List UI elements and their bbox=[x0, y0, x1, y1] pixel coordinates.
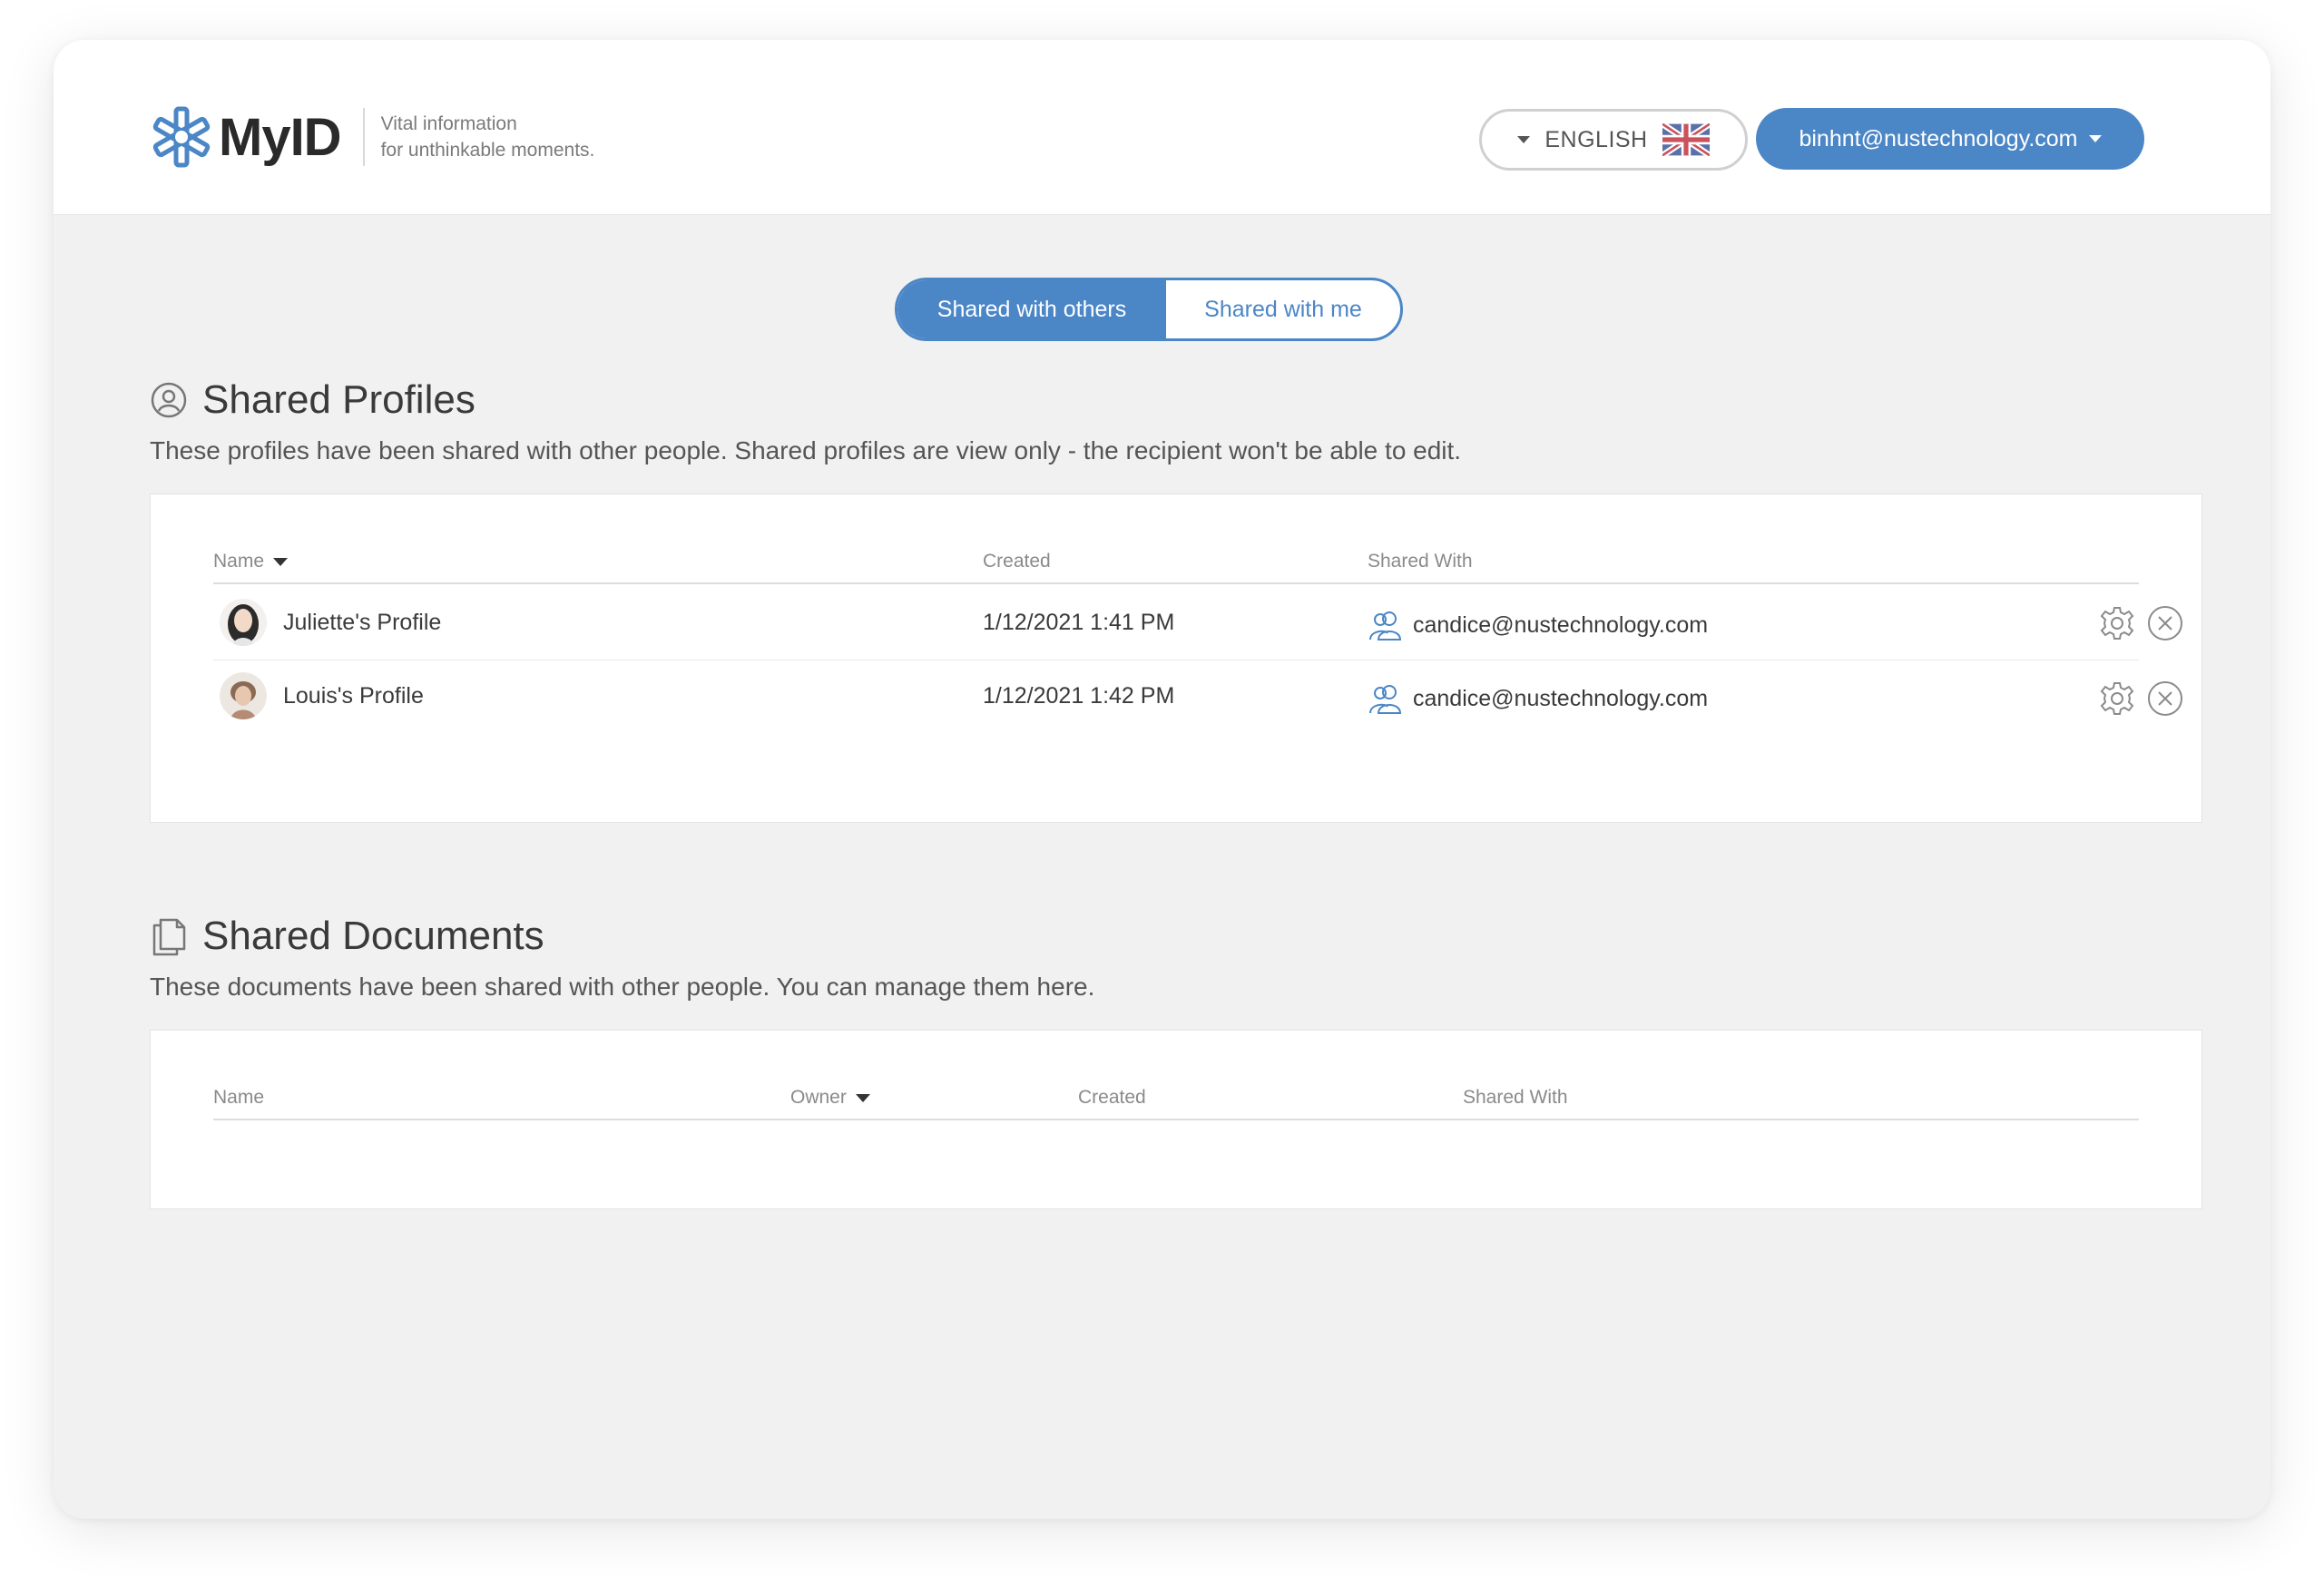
close-circle-icon[interactable] bbox=[2147, 680, 2183, 717]
documents-icon bbox=[152, 918, 186, 956]
shared-with-email: candice@nustechnology.com bbox=[1413, 611, 1709, 638]
logo[interactable]: MyID Vital information for unthinkable m… bbox=[150, 105, 594, 169]
asterisk-logo-icon bbox=[152, 106, 211, 168]
shared-with-email: candice@nustechnology.com bbox=[1413, 685, 1709, 711]
shared-documents-table: Name Owner Created Shared With bbox=[150, 1030, 2202, 1209]
logo-divider bbox=[362, 108, 365, 166]
top-header: MyID Vital information for unthinkable m… bbox=[54, 40, 2270, 215]
tab-shared-with-others[interactable]: Shared with others bbox=[897, 280, 1166, 338]
avatar bbox=[220, 599, 267, 646]
profile-shared-with: candice@nustechnology.com bbox=[1368, 607, 1708, 643]
app-window: MyID Vital information for unthinkable m… bbox=[54, 40, 2270, 1519]
close-circle-icon[interactable] bbox=[2147, 605, 2183, 641]
language-label: ENGLISH bbox=[1544, 126, 1648, 152]
column-header-shared-with[interactable]: Shared With bbox=[1463, 1087, 1568, 1109]
profile-circle-icon bbox=[151, 382, 187, 418]
column-header-label: Owner bbox=[790, 1087, 847, 1108]
column-header-name[interactable]: Name bbox=[213, 1087, 264, 1109]
column-header-label: Name bbox=[213, 551, 265, 572]
shared-profiles-table: Name Created Shared With Juliette's Prof… bbox=[150, 494, 2202, 823]
profile-created: 1/12/2021 1:41 PM bbox=[983, 609, 1175, 635]
avatar-louis-icon bbox=[220, 672, 267, 719]
caret-down-icon bbox=[1517, 136, 1531, 143]
caret-down-icon bbox=[2088, 135, 2102, 142]
profile-name[interactable]: Louis's Profile bbox=[283, 680, 424, 711]
shared-profiles-description: These profiles have been shared with oth… bbox=[150, 436, 1462, 464]
share-toggle: Shared with others Shared with me bbox=[895, 278, 1403, 341]
profile-shared-with: candice@nustechnology.com bbox=[1368, 680, 1708, 717]
shared-profiles-heading: Shared Profiles bbox=[150, 377, 476, 423]
tagline-line-1: Vital information bbox=[380, 113, 517, 134]
sort-down-icon bbox=[855, 1093, 870, 1102]
section-title-text: Shared Profiles bbox=[202, 377, 476, 422]
section-title-text: Shared Documents bbox=[202, 914, 544, 958]
shared-documents-description: These documents have been shared with ot… bbox=[150, 973, 1095, 1001]
table-header-divider bbox=[213, 1119, 2139, 1120]
avatar bbox=[220, 672, 267, 719]
avatar-juliette-icon bbox=[220, 599, 267, 646]
column-header-owner[interactable]: Owner bbox=[790, 1087, 870, 1109]
column-header-shared-with[interactable]: Shared With bbox=[1368, 551, 1473, 572]
user-email: binhnt@nustechnology.com bbox=[1799, 125, 2078, 152]
table-header-divider bbox=[213, 582, 2139, 584]
shared-documents-heading: Shared Documents bbox=[150, 914, 544, 959]
column-header-name[interactable]: Name bbox=[213, 551, 289, 572]
tab-shared-with-me[interactable]: Shared with me bbox=[1166, 280, 1400, 338]
uk-flag-icon bbox=[1662, 123, 1710, 156]
logo-wordmark: MyID bbox=[219, 107, 342, 167]
user-menu-button[interactable]: binhnt@nustechnology.com bbox=[1756, 108, 2144, 170]
profile-created: 1/12/2021 1:42 PM bbox=[983, 682, 1175, 709]
column-header-created[interactable]: Created bbox=[1078, 1087, 1146, 1109]
gear-icon[interactable] bbox=[2099, 680, 2135, 717]
sort-down-icon bbox=[273, 557, 289, 566]
tagline-line-2: for unthinkable moments. bbox=[380, 140, 595, 161]
users-icon bbox=[1369, 685, 1402, 714]
users-icon bbox=[1369, 611, 1402, 640]
tagline: Vital information for unthinkable moment… bbox=[381, 111, 595, 163]
column-header-created[interactable]: Created bbox=[983, 551, 1051, 572]
gear-icon[interactable] bbox=[2099, 605, 2135, 641]
language-dropdown[interactable]: ENGLISH bbox=[1479, 109, 1748, 171]
profile-name[interactable]: Juliette's Profile bbox=[283, 607, 441, 638]
